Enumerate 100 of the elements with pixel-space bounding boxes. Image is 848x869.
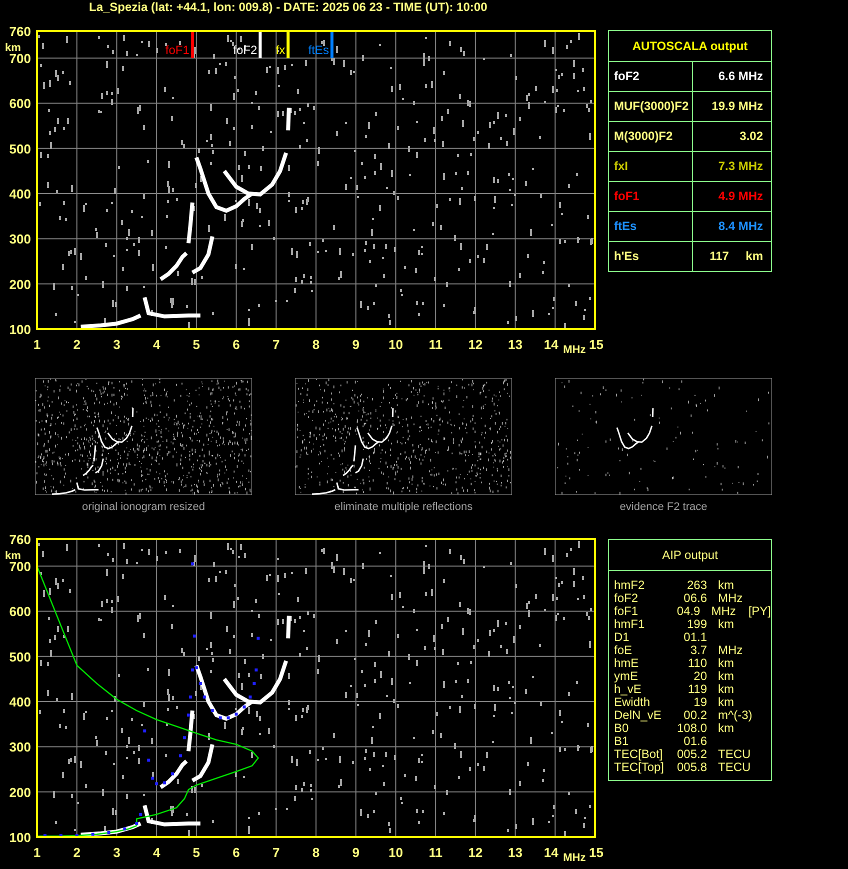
parameter-unit: TECU — [718, 748, 752, 761]
parameter-name: foF2 — [614, 69, 640, 83]
parameter-value: 8.4 MHz — [718, 219, 763, 233]
axis-unit-label: MHz — [563, 344, 586, 356]
axis-unit-label: km — [5, 550, 21, 562]
axis-tick-label: 700 — [9, 51, 31, 66]
axis-tick-label: 4 — [152, 845, 160, 860]
parameter-name: h'Es — [614, 249, 639, 263]
axis-tick-label: 300 — [9, 232, 31, 247]
axis-tick-label: 5 — [192, 337, 200, 352]
parameter-name: DelN_vE — [614, 709, 662, 722]
axis-tick-label: 100 — [9, 322, 31, 337]
parameter-value: 01.1 — [682, 631, 707, 644]
parameter-name: TEC[Top] — [614, 761, 666, 774]
axis-tick-label: 500 — [9, 141, 31, 156]
marker-label: foF1 — [165, 43, 190, 58]
parameter-name: B0 — [614, 722, 629, 735]
table-title: AIP output — [609, 540, 771, 571]
thumbnail-caption: original ionogram resized — [82, 501, 205, 513]
axis-tick-label: 14 — [544, 845, 558, 860]
thumbnail-caption: evidence F2 trace — [620, 501, 708, 513]
parameter-value: 00.2 — [682, 709, 707, 722]
parameter-unit: MHz — [718, 592, 744, 605]
axis-tick-label: 3 — [113, 845, 120, 860]
parameter-name: hmE — [614, 657, 640, 670]
parameter-unit: km — [718, 722, 734, 735]
axis-tick-label: 11 — [428, 337, 442, 352]
axis-tick-label: 13 — [508, 337, 523, 352]
parameter-name: ymE — [614, 670, 639, 683]
axis-tick-label: 8 — [312, 337, 320, 352]
marker-label: foF2 — [233, 43, 258, 58]
parameter-value: 263 — [686, 579, 707, 592]
axis-tick-label: 6 — [232, 337, 240, 352]
axis-tick-label: 200 — [9, 784, 31, 800]
parameter-value: 005.2 — [676, 748, 707, 761]
parameter-value: 7.3 MHz — [718, 159, 763, 173]
thumbnail-caption: eliminate multiple reflections — [334, 501, 473, 513]
axis-tick-label: 700 — [9, 559, 31, 574]
parameter-value: 119 — [686, 683, 707, 696]
parameter-value: 3.02 — [740, 129, 763, 143]
parameter-name: hmF2 — [614, 579, 646, 592]
axis-tick-label: 10 — [388, 337, 403, 352]
parameter-name: fxI — [614, 159, 628, 173]
parameter-unit: km — [718, 670, 735, 683]
axis-tick-label: 760 — [9, 532, 31, 547]
axis-tick-label: 400 — [9, 186, 31, 202]
table-title: AUTOSCALA output — [609, 31, 771, 62]
marker-label: fx — [276, 43, 286, 58]
parameter-note: [PY] — [748, 605, 772, 618]
parameter-name: MUF(3000)F2 — [614, 99, 689, 113]
parameter-value: 117 km — [710, 249, 763, 263]
parameter-unit: km — [718, 657, 735, 670]
parameter-unit: km — [718, 579, 735, 592]
parameter-name: hmF1 — [614, 618, 646, 631]
axis-tick-label: 9 — [352, 845, 360, 860]
axis-tick-label: 6 — [232, 845, 240, 860]
parameter-value: 005.8 — [676, 761, 707, 774]
axis-tick-label: 600 — [9, 96, 31, 112]
marker-label: ftEs — [308, 43, 329, 58]
parameter-name: foF1 — [614, 605, 640, 618]
parameter-name: Ewidth — [614, 696, 652, 709]
axis-tick-label: 7 — [272, 337, 280, 352]
parameter-value: 19.9 MHz — [712, 99, 763, 113]
parameter-value: 01.6 — [682, 735, 707, 748]
parameter-name: foF2 — [614, 592, 640, 605]
axis-tick-label: 7 — [272, 845, 280, 860]
axis-tick-label: 12 — [468, 845, 483, 860]
window-title: La_Spezia (lat: +44.1, lon: 009.8) - DATE: 2025 06 23 - TIME (UT): 10:00 — [88, 0, 488, 14]
parameter-name: D1 — [614, 631, 630, 644]
axis-tick-label: 2 — [73, 845, 80, 860]
axis-tick-label: 15 — [589, 337, 604, 352]
axis-tick-label: 1 — [33, 845, 41, 860]
parameter-value: 4.9 MHz — [718, 189, 763, 203]
parameter-name: B1 — [614, 735, 630, 748]
parameter-value: 110 — [686, 657, 707, 670]
parameter-unit: km — [718, 683, 735, 696]
parameter-value: 04.9 — [676, 605, 700, 618]
axis-tick-label: 12 — [468, 337, 483, 352]
parameter-unit: km — [718, 618, 735, 631]
parameter-value: 20 — [692, 670, 707, 683]
parameter-value: 199 — [686, 618, 707, 631]
parameter-value: 19 — [692, 696, 707, 709]
parameter-name: foF1 — [614, 189, 640, 203]
parameter-unit: km — [718, 696, 735, 709]
parameter-value: 6.6 MHz — [718, 69, 763, 83]
axis-tick-label: 5 — [192, 845, 200, 860]
axis-tick-label: 100 — [9, 830, 31, 845]
parameter-value: 3.7 — [689, 644, 707, 657]
parameter-name: h_vE — [614, 683, 642, 696]
axis-tick-label: 200 — [9, 276, 31, 292]
axis-tick-label: 4 — [152, 337, 160, 352]
axis-tick-label: 9 — [352, 337, 360, 352]
axis-unit-label: MHz — [563, 852, 586, 864]
axis-tick-label: 13 — [508, 845, 523, 860]
axis-tick-label: 3 — [113, 337, 120, 352]
parameter-name: foE — [614, 644, 634, 657]
parameter-unit: m^(-3) — [718, 709, 754, 722]
axis-tick-label: 600 — [9, 604, 31, 620]
parameter-value: 06.6 — [682, 592, 707, 605]
axis-tick-label: 400 — [9, 694, 31, 710]
